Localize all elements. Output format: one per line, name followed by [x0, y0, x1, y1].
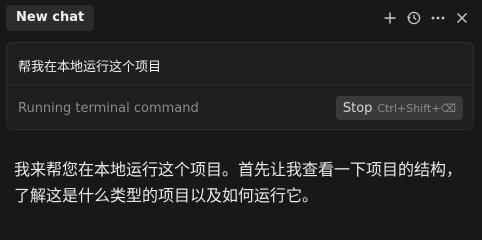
chat-tab-title[interactable]: New chat	[6, 5, 95, 31]
chat-composer: 帮我在本地运行这个项目 Running terminal command Sto…	[6, 42, 474, 130]
more-icon[interactable]	[428, 8, 448, 28]
plus-icon[interactable]	[380, 8, 400, 28]
assistant-message: 我来帮您在本地运行这个项目。首先让我查看一下项目的结构，了解这是什么类型的项目以…	[14, 160, 463, 205]
stop-label: Stop	[342, 100, 373, 116]
header-actions	[380, 8, 472, 28]
history-icon[interactable]	[404, 8, 424, 28]
user-query: 帮我在本地运行这个项目	[18, 60, 162, 75]
close-icon[interactable]	[452, 8, 472, 28]
chat-header: New chat	[0, 0, 482, 36]
composer-divider	[7, 85, 473, 86]
terminal-status: Running terminal command	[18, 101, 199, 116]
stop-button[interactable]: Stop Ctrl+Shift+⌫	[335, 96, 463, 120]
stop-shortcut: Ctrl+Shift+⌫	[377, 101, 456, 115]
